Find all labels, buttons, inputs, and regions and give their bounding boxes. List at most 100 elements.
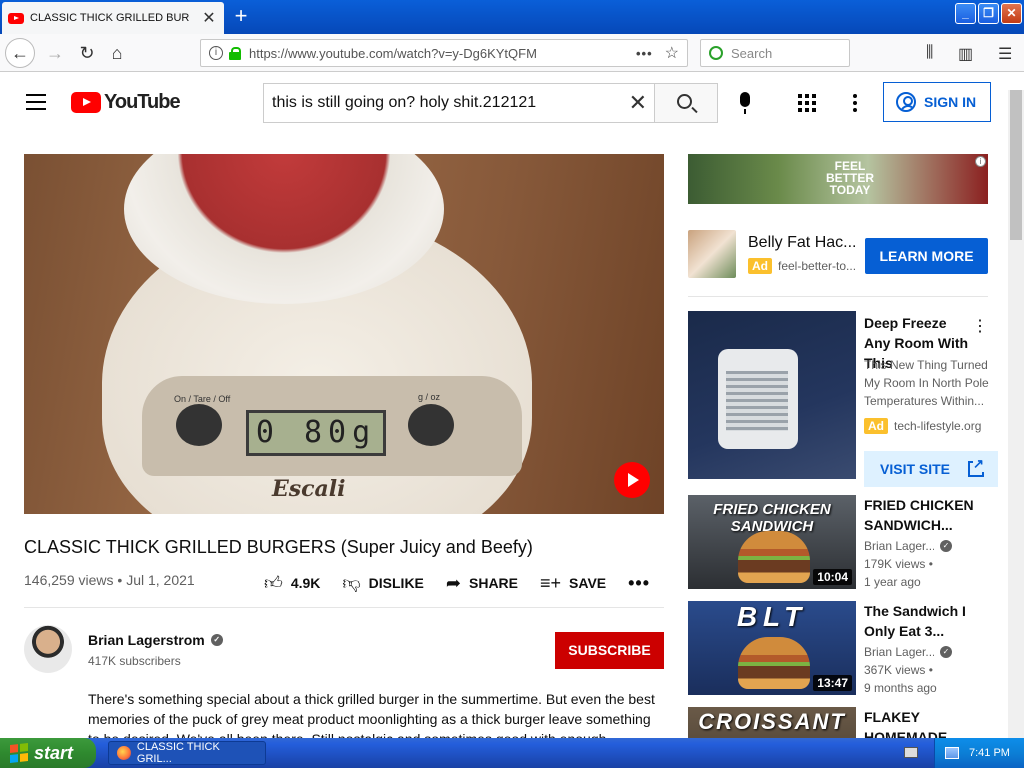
verified-check-icon: ✓ (940, 646, 952, 658)
verified-check-icon: ✓ (210, 634, 223, 646)
like-button[interactable]: 👍︎ 4.9K (264, 572, 320, 594)
ad-thumbnail[interactable] (688, 230, 736, 278)
knob-right-label: g / oz (418, 392, 441, 402)
ad-info-icon[interactable]: i (975, 156, 986, 167)
start-button[interactable]: start (0, 738, 96, 768)
view-count: 179K views • (864, 557, 933, 571)
save-label: SAVE (569, 575, 607, 591)
channel-name[interactable]: Brian Lager... (864, 539, 934, 553)
recommended-video[interactable]: FRIED CHICKEN SANDWICH 10:04 FRIED CHICK… (688, 495, 998, 589)
channel-row: Brian Lager... ✓ (864, 645, 952, 659)
recommended-video[interactable]: CROISSANT FLAKEY HOMEMADE (688, 707, 998, 738)
browser-search-input[interactable]: Search (700, 39, 850, 67)
burger-image (738, 637, 810, 689)
reload-button[interactable]: ↻ (72, 38, 102, 68)
tab-close-icon[interactable]: ✕ (200, 8, 218, 28)
youtube-header: YouTube this is still going on? holy shi… (0, 72, 1008, 132)
scrollbar-thumb[interactable] (1010, 90, 1022, 240)
visit-site-button[interactable]: VISIT SITE (864, 451, 998, 487)
site-info-icon[interactable]: i (209, 46, 223, 60)
browser-titlebar: CLASSIC THICK GRILLED BURGERS ✕ + _ ❐ ✕ (0, 0, 1024, 34)
browser-navbar: ← → ↻ ⌂ i https://www.youtube.com/watch?… (0, 34, 1024, 72)
scale-lcd: 0 80g (246, 410, 386, 456)
apps-grid-icon[interactable] (798, 94, 816, 112)
ad-title[interactable]: Belly Fat Hac... (748, 234, 856, 252)
video-duration: 13:47 (813, 675, 852, 691)
search-query[interactable]: this is still going on? holy shit.212121 (272, 94, 536, 112)
ad-domain: feel-better-to... (778, 259, 857, 273)
browser-tab[interactable]: CLASSIC THICK GRILLED BURGERS ✕ (2, 2, 224, 34)
ad-menu-icon[interactable]: ⋮ (972, 316, 988, 336)
share-button[interactable]: ➦ SHARE (446, 573, 518, 594)
youtube-watermark-icon[interactable] (614, 462, 650, 498)
recommended-video[interactable]: BLT 13:47 The Sandwich I Only Eat 3... B… (688, 601, 998, 695)
system-tray: 7:41 PM (934, 738, 1024, 768)
subscribe-button[interactable]: SUBSCRIBE (555, 632, 664, 669)
ad-video-thumbnail[interactable] (688, 311, 856, 479)
channel-name-row[interactable]: Brian Lagerstrom ✓ (88, 632, 223, 648)
video-meta: 146,259 views • Jul 1, 2021 (24, 572, 195, 588)
maximize-button[interactable]: ❐ (978, 3, 999, 24)
new-tab-button[interactable]: + (228, 4, 254, 30)
thumbnail-text: BLT (736, 601, 808, 632)
save-button[interactable]: ≡+ SAVE (540, 573, 606, 594)
sign-in-button[interactable]: SIGN IN (883, 82, 991, 122)
video-thumbnail[interactable]: FRIED CHICKEN SANDWICH 10:04 (688, 495, 856, 589)
microphone-icon[interactable] (740, 92, 750, 114)
visit-site-label: VISIT SITE (880, 461, 951, 477)
video-title[interactable]: FLAKEY HOMEMADE (864, 707, 976, 738)
video-duration: 10:04 (813, 569, 852, 585)
address-bar[interactable]: i https://www.youtube.com/watch?v=y-Dg6K… (200, 39, 688, 67)
video-thumbnail[interactable]: CROISSANT (688, 707, 856, 738)
back-button[interactable]: ← (5, 38, 35, 68)
channel-name[interactable]: Brian Lager... (864, 645, 934, 659)
upload-age: 9 months ago (864, 681, 937, 695)
taskbar-firefox-item[interactable]: CLASSIC THICK GRIL... (108, 741, 266, 765)
url-text[interactable]: https://www.youtube.com/watch?v=y-Dg6KYt… (249, 46, 636, 61)
user-icon (896, 92, 916, 112)
forward-button[interactable]: → (40, 38, 70, 68)
thumbnail-text: CROISSANT (698, 709, 846, 734)
clock[interactable]: 7:41 PM (969, 747, 1010, 759)
keyboard-icon[interactable] (904, 747, 918, 758)
home-button[interactable]: ⌂ (102, 38, 132, 68)
video-player[interactable]: On / Tare / Off g / oz 0 80g Escali (24, 154, 664, 514)
search-button[interactable] (654, 83, 718, 123)
learn-more-button[interactable]: LEARN MORE (865, 238, 988, 274)
playlist-add-icon: ≡+ (540, 572, 562, 593)
thumbs-up-icon: 👍︎ (264, 573, 283, 593)
channel-name[interactable]: Brian Lagerstrom (88, 632, 205, 648)
video-title[interactable]: FRIED CHICKEN SANDWICH... (864, 495, 976, 535)
clear-search-icon[interactable]: ✕ (629, 90, 647, 116)
knob-left-label: On / Tare / Off (174, 394, 231, 404)
youtube-search-input[interactable]: this is still going on? holy shit.212121… (263, 83, 655, 123)
channel-avatar[interactable] (24, 625, 72, 673)
library-icon[interactable]: ⫼ (926, 44, 933, 62)
upload-age: 1 year ago (864, 575, 921, 589)
minimize-button[interactable]: _ (955, 3, 976, 24)
lock-icon (229, 46, 241, 60)
video-thumbnail[interactable]: BLT 13:47 (688, 601, 856, 695)
firefox-icon (117, 746, 131, 760)
banner-text: FEEL BETTER TODAY (826, 159, 874, 197)
network-icon[interactable] (945, 747, 959, 759)
guide-menu-icon[interactable] (26, 94, 46, 110)
ad-banner[interactable]: FEEL BETTER TODAY i (688, 154, 988, 204)
channel-row: Brian Lager... ✓ (864, 539, 952, 553)
bookmark-star-icon[interactable]: ☆ (665, 43, 679, 63)
sidebar-icon[interactable]: ▥ (958, 44, 973, 64)
page-actions-icon[interactable]: ••• (636, 46, 653, 61)
video-title[interactable]: The Sandwich I Only Eat 3... (864, 601, 976, 641)
taskbar-item-label: CLASSIC THICK GRIL... (136, 741, 220, 765)
more-actions-icon[interactable]: ••• (628, 573, 650, 594)
ad-badge: Ad (748, 258, 772, 274)
settings-kebab-icon[interactable] (853, 94, 857, 112)
windows-logo-icon (10, 743, 28, 763)
scale-knob-right (408, 404, 454, 446)
dislike-button[interactable]: 👎︎ DISLIKE (342, 572, 424, 594)
menu-icon[interactable]: ☰ (998, 44, 1012, 64)
page-scrollbar[interactable] (1008, 90, 1024, 738)
close-window-button[interactable]: ✕ (1001, 3, 1022, 24)
youtube-logo[interactable]: YouTube (71, 91, 181, 114)
ad-meta: Ad feel-better-to... (748, 258, 858, 274)
